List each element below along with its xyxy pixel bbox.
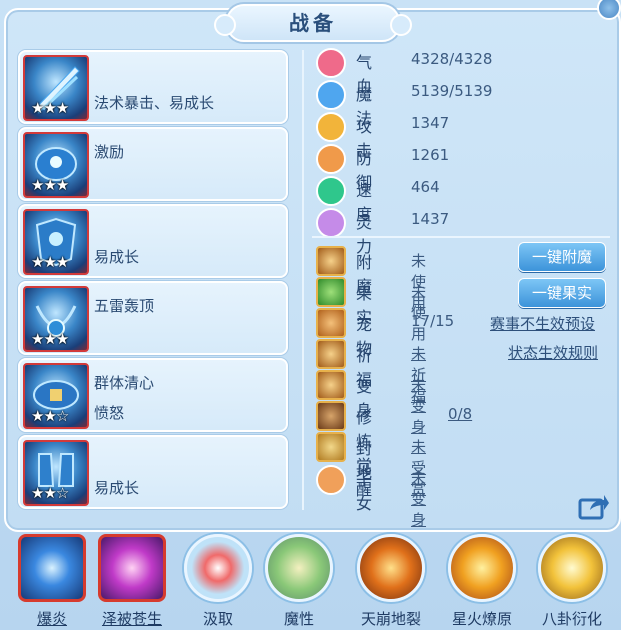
bagua-skill-icon	[538, 534, 606, 602]
equipment-slot-2[interactable]: ★★★ 激励	[18, 127, 288, 201]
equipment-effect: 法术暴击、易成长	[94, 94, 215, 112]
sword-icon	[316, 112, 346, 142]
skill-7[interactable]: 八卦衍化	[537, 534, 607, 630]
necklace-icon: ★★★	[23, 286, 89, 352]
section-divider	[312, 236, 610, 238]
event-preset-link[interactable]: 赛事不生效预设	[490, 313, 595, 334]
page-title: 战备	[214, 4, 412, 42]
fief-icon	[316, 432, 346, 462]
spirit-icon	[316, 208, 346, 238]
equipment-effect: 易成长	[94, 248, 140, 266]
column-divider	[302, 50, 304, 510]
status-rules-link[interactable]: 状态生效规则	[508, 342, 598, 363]
equipment-slot-3[interactable]: ★★★ 易成长	[18, 204, 288, 278]
equipment-slot-4[interactable]: ★★★ 五雷轰顶	[18, 281, 288, 355]
one-click-enchant-button[interactable]: 一键附魔	[518, 242, 606, 272]
transform-icon	[316, 370, 346, 400]
explosion-skill-icon	[18, 534, 86, 602]
skill-3[interactable]: 汲取	[183, 534, 253, 630]
equipment-slot-5[interactable]: ★★☆ 群体清心 愤怒	[18, 358, 288, 432]
weapon-icon: ★★★	[23, 55, 89, 121]
wildfire-skill-icon	[448, 534, 516, 602]
equipment-slot-1[interactable]: ★★★ 法术暴击、易成长	[18, 50, 288, 124]
helmet-icon: ★★★	[23, 132, 89, 198]
absorb-skill-icon	[184, 534, 252, 602]
pet-icon	[316, 308, 346, 338]
skill-2[interactable]: 泽被苍生	[97, 534, 167, 630]
cultivation-icon	[316, 401, 346, 431]
boots-icon: ★★☆	[23, 440, 89, 506]
skill-5[interactable]: 天崩地裂	[356, 534, 426, 630]
one-click-fruit-button[interactable]: 一键果实	[518, 278, 606, 308]
equipment-effect: 五雷轰顶	[94, 297, 155, 315]
blessing-skill-icon	[98, 534, 166, 602]
lightning-icon	[316, 176, 346, 206]
equipment-effect-2: 愤怒	[94, 404, 125, 422]
shield-icon	[316, 144, 346, 174]
equipment-effect: 群体清心	[94, 374, 155, 392]
skill-6[interactable]: 星火燎原	[447, 534, 517, 630]
demonic-skill-icon	[265, 534, 333, 602]
skill-4[interactable]: 魔性	[264, 534, 334, 630]
skill-1[interactable]: 爆炎	[17, 534, 87, 630]
fruit-icon	[316, 277, 346, 307]
armor-icon: ★★★	[23, 209, 89, 275]
share-icon[interactable]	[578, 494, 610, 520]
enchant-icon	[316, 246, 346, 276]
equipment-effect: 激励	[94, 143, 125, 161]
earthquake-skill-icon	[357, 534, 425, 602]
children-icon	[316, 465, 346, 495]
equipment-effect: 易成长	[94, 479, 140, 497]
heart-icon	[316, 48, 346, 78]
belt-icon: ★★☆	[23, 363, 89, 429]
equipment-slot-6[interactable]: ★★☆ 易成长	[18, 435, 288, 509]
blessing-icon	[316, 339, 346, 369]
mana-icon	[316, 80, 346, 110]
